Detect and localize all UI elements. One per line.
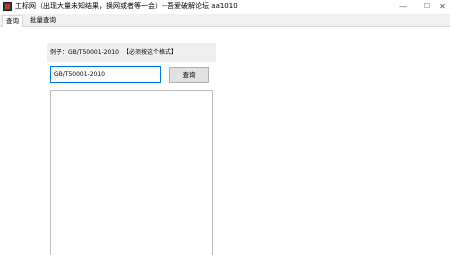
- query-button[interactable]: 查询: [169, 67, 209, 83]
- format-example-label: 例子：GB/T50001-2010: [50, 49, 119, 56]
- title-bar[interactable]: 工标网（出现大量未知结果，换网或者等一会）--吾爱破解论坛 aa1010 — ☐…: [0, 0, 450, 13]
- tab-strip: 查询 批量查询: [0, 14, 450, 28]
- tab-batch-query[interactable]: 批量查询: [27, 15, 59, 27]
- close-button[interactable]: ✕: [435, 0, 450, 13]
- app-icon: [3, 2, 12, 11]
- standard-number-input[interactable]: [50, 66, 161, 83]
- format-required-note: 【必须按这个格式】: [123, 49, 178, 56]
- result-textarea[interactable]: [50, 90, 213, 255]
- window-title: 工标网（出现大量未知结果，换网或者等一会）--吾爱破解论坛 aa1010: [15, 2, 238, 10]
- format-hint-panel: 例子：GB/T50001-2010 【必须按这个格式】: [47, 43, 216, 62]
